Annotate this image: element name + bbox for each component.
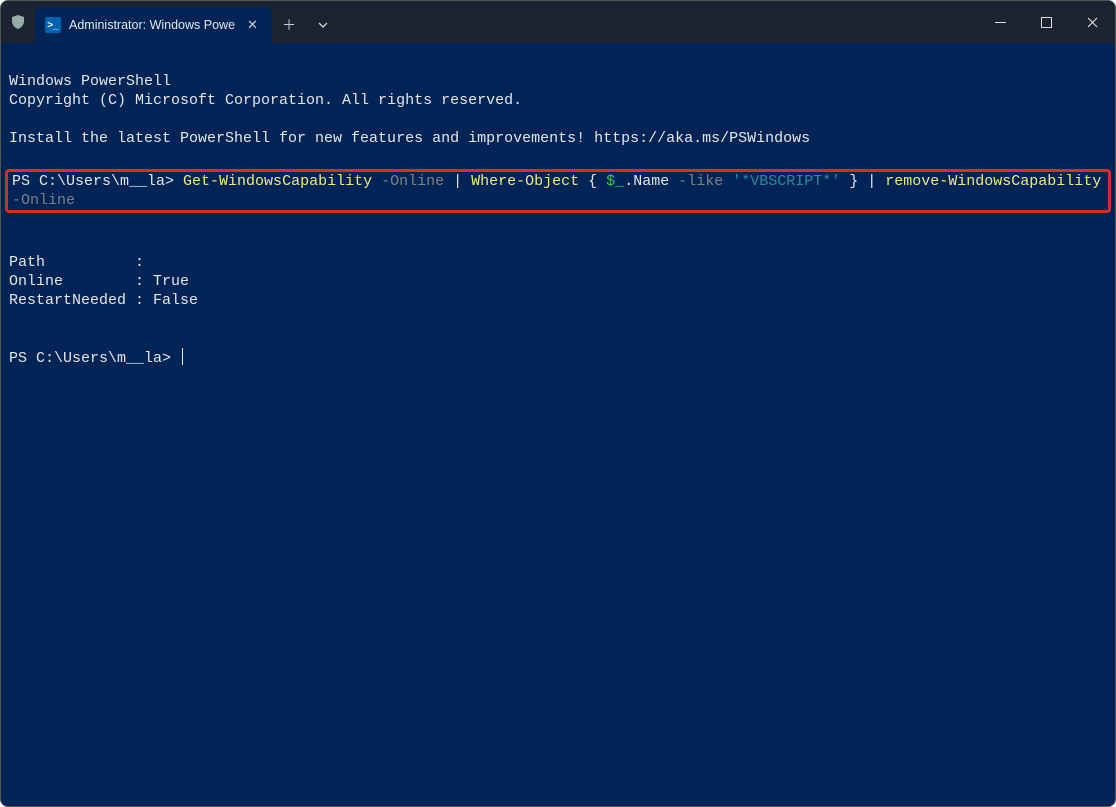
brace-close: } [840,173,867,190]
cursor [182,348,183,365]
titlebar: >_ Administrator: Windows Powe ✕ ＋ [1,1,1115,43]
tab-close-button[interactable]: ✕ [243,15,262,35]
prompt-path-2: PS C:\Users\m__la> [9,350,171,367]
highlighted-command: PS C:\Users\m__la> Get-WindowsCapability… [5,169,1111,213]
powershell-icon: >_ [45,17,61,33]
ps-header-line2: Copyright (C) Microsoft Corporation. All… [9,92,522,109]
maximize-button[interactable] [1023,1,1069,43]
output-path: Path : [9,254,144,271]
cmdlet-get: Get-WindowsCapability [183,173,372,190]
ps-install-msg: Install the latest PowerShell for new fe… [9,130,810,147]
pipeline-var: $_ [606,173,624,190]
output-online: Online : True [9,273,189,290]
tab-dropdown-button[interactable] [306,7,340,43]
output-restart: RestartNeeded : False [9,292,198,309]
cmdlet-remove: remove-WindowsCapability [885,173,1101,190]
uac-shield-icon [1,14,35,30]
string-vbscript: '*VBSCRIPT*' [723,173,840,190]
terminal-window: >_ Administrator: Windows Powe ✕ ＋ Windo… [0,0,1116,807]
new-tab-button[interactable]: ＋ [272,7,306,43]
tab-label: Administrator: Windows Powe [69,18,235,32]
window-controls [977,1,1115,43]
prompt-path: PS C:\Users\m__la> [12,173,174,190]
dot-name: .Name [624,173,669,190]
ps-header-line1: Windows PowerShell [9,73,171,90]
param-online1: -Online [381,173,444,190]
cmdlet-where: Where-Object [471,173,579,190]
minimize-button[interactable] [977,1,1023,43]
tabstrip: >_ Administrator: Windows Powe ✕ ＋ [35,1,340,43]
tab-powershell-admin[interactable]: >_ Administrator: Windows Powe ✕ [35,7,272,43]
pipe2: | [867,173,885,190]
param-like: -like [669,173,723,190]
brace-open: { [579,173,606,190]
window-close-button[interactable] [1069,1,1115,43]
terminal-body[interactable]: Windows PowerShell Copyright (C) Microso… [1,43,1115,806]
pipe1: | [444,173,471,190]
